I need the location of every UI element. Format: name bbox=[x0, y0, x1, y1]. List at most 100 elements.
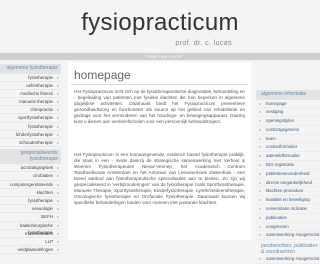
left-nav-general-item[interactable]: sportfysiotherapie ▸ bbox=[0, 114, 61, 123]
arrow-right-icon: ▸ bbox=[56, 140, 59, 145]
right-nav-general-item[interactable]: ▸ team bbox=[256, 135, 320, 144]
left-nav-special-item[interactable]: computergerelateerde ▸ bbox=[0, 181, 61, 189]
left-nav-general-item[interactable]: manuele therapie ▸ bbox=[0, 98, 61, 107]
left-nav-general-item[interactable]: fysiotherapie ▸ bbox=[0, 74, 61, 82]
right-nav-general-item-label: congressen bbox=[266, 223, 289, 229]
left-block-general-title: algemene fysiotherapie bbox=[0, 64, 61, 74]
left-block-special-title: gespecialiseerde fysiotherapie bbox=[0, 149, 61, 165]
left-nav-special: acrobatigrapsiek ▸ cirobiaties ▸ computerger… bbox=[0, 164, 61, 255]
bullet-arrow-icon: ▸ bbox=[259, 206, 262, 212]
right-nav-general-item-label: kwaliteit en beveiliging bbox=[266, 197, 310, 203]
arrow-right-icon: ▸ bbox=[56, 222, 59, 228]
bullet-arrow-icon: ▸ bbox=[259, 109, 262, 115]
right-nav-general-item-label: universitaire indicatie bbox=[266, 206, 307, 212]
right-nav-general-item-label: contactformulier bbox=[266, 144, 298, 150]
left-nav-general-item-label: manuele therapie bbox=[19, 99, 53, 105]
right-nav-general-item-label: team bbox=[266, 135, 276, 141]
left-nav-special-item[interactable]: kaakchirurgische fysiotherapie ▸ bbox=[0, 222, 61, 235]
left-nav-special-item[interactable]: klachten ▸ bbox=[0, 189, 61, 197]
arrow-right-icon: ▸ bbox=[56, 90, 59, 96]
right-nav-general-item[interactable]: ▸ patiëntentevredenheid bbox=[256, 170, 320, 179]
arrow-right-icon: ▸ bbox=[56, 74, 59, 80]
arrow-right-icon: ▸ bbox=[56, 107, 59, 113]
bullet-arrow-icon: ▸ bbox=[259, 162, 262, 168]
left-nav-special-item[interactable]: fysiotherapie ▸ bbox=[0, 197, 61, 206]
right-nav-general-item[interactable]: ▸ kwaliteit en beveiliging bbox=[256, 196, 320, 206]
bullet-arrow-icon: ▸ bbox=[259, 126, 262, 132]
left-nav-general: fysiotherapie ▸ oefentherapie ▸ medische fit… bbox=[0, 74, 61, 148]
arrow-right-icon: ▸ bbox=[56, 123, 59, 129]
right-nav-general-item[interactable]: ▸ congressen bbox=[256, 223, 320, 232]
right-nav-press-item[interactable]: ▸ samenwerking Hoogervorst NL bbox=[256, 255, 320, 264]
left-nav-special-item[interactable]: musbeswalers ▸ bbox=[0, 230, 61, 238]
right-nav-general-item[interactable]: ▸ directe toegankelijkheid bbox=[256, 179, 320, 188]
left-nav-special-item-label: veldplaandelingen bbox=[17, 247, 53, 253]
right-nav-general-item[interactable]: ▸ BIG registratie bbox=[256, 161, 320, 170]
right-nav-general-item-label: contactgegevens bbox=[266, 126, 300, 132]
right-block-general-title: algemene informatie bbox=[256, 90, 320, 100]
right-nav-general-item[interactable]: ▸ samenwerking Hoogervorst bbox=[256, 231, 320, 241]
arrow-right-icon: ▸ bbox=[56, 197, 59, 203]
right-nav-general: ▸ homepage ▸ vestiging ▸ openingstijden ▸ conta… bbox=[256, 100, 320, 241]
right-nav-general-item[interactable]: ▸ aanmeldformulier bbox=[256, 152, 320, 162]
bullet-arrow-icon: ▸ bbox=[259, 144, 262, 150]
left-nav-special-item-label: acrobatigrapsiek bbox=[20, 165, 53, 171]
right-nav-general-item[interactable]: ▸ contactformulier bbox=[256, 143, 320, 153]
bullet-arrow-icon: ▸ bbox=[259, 256, 262, 262]
left-nav-special-item[interactable]: veldplaandelingen ▸ bbox=[0, 246, 61, 255]
left-nav-general-item[interactable]: oefentherapie ▸ bbox=[0, 82, 61, 90]
left-nav-special-item-label: sexuologie bbox=[32, 206, 53, 212]
right-nav-general-item-label: BIG registratie bbox=[266, 162, 295, 168]
left-nav-general-item-label: oefentherapie bbox=[26, 82, 53, 88]
page-heading: homepage bbox=[74, 68, 131, 82]
left-nav-special-item[interactable]: sexuologie ▸ bbox=[0, 205, 61, 214]
right-nav-general-item-label: directe toegankelijkheid bbox=[266, 179, 312, 185]
left-nav-special-item-label: fysiotherapie bbox=[28, 197, 53, 203]
arrow-right-icon: ▸ bbox=[56, 247, 59, 253]
right-nav-general-item[interactable]: ▸ klachten procedure bbox=[256, 187, 320, 197]
right-nav-general-item[interactable]: ▸ openingstijden bbox=[256, 117, 320, 126]
left-sidebar: algemene fysiotherapie fysiotherapie ▸ oef… bbox=[0, 62, 61, 255]
right-nav-general-item-label: homepage bbox=[266, 100, 287, 106]
left-nav-special-item[interactable]: acrobatigrapsiek ▸ bbox=[0, 164, 61, 173]
left-nav-general-item-label: sportfysiotherapie bbox=[18, 115, 53, 121]
right-nav-press: ▸ samenwerking Hoogervorst NL bbox=[256, 255, 320, 264]
left-nav-general-item[interactable]: medische fitness ▸ bbox=[0, 90, 61, 99]
left-nav-special-item[interactable]: LLP ▸ bbox=[0, 238, 61, 247]
bullet-arrow-icon: ▸ bbox=[259, 197, 262, 203]
right-nav-general-item[interactable]: ▸ contactgegevens bbox=[256, 126, 320, 135]
right-nav-general-item-label: openingstijden bbox=[266, 118, 295, 124]
left-nav-special-item[interactable]: cirobiaties ▸ bbox=[0, 172, 61, 181]
right-nav-general-item-label: publicaties bbox=[266, 214, 287, 220]
right-nav-general-item-label: vestiging bbox=[266, 109, 284, 115]
bullet-arrow-icon: ▸ bbox=[259, 179, 262, 185]
left-nav-general-item[interactable]: kinderfysiotherapie ▸ bbox=[0, 131, 61, 139]
arrow-right-icon: ▸ bbox=[56, 238, 59, 244]
right-nav-general-item-label: aanmeldformulier bbox=[266, 153, 300, 159]
bullet-arrow-icon: ▸ bbox=[259, 170, 262, 176]
left-nav-special-item[interactable]: BKFH ▸ bbox=[0, 213, 61, 222]
right-nav-general-item[interactable]: ▸ homepage bbox=[256, 100, 320, 109]
left-nav-special-item-label: computergerelateerde bbox=[10, 181, 53, 187]
left-nav-general-item[interactable]: fysiotherapie ▸ bbox=[0, 123, 61, 131]
main-content: homepage Het Fysiopracticum richt zich o… bbox=[68, 62, 251, 240]
bullet-arrow-icon: ▸ bbox=[259, 188, 262, 194]
left-nav-general-item[interactable]: schoudertherapie ▸ bbox=[0, 139, 61, 148]
arrow-right-icon: ▸ bbox=[56, 206, 59, 212]
about-paragraph: Het Fysiopracticum is een toonaangevende… bbox=[74, 152, 245, 206]
right-block-press-title: persberichten, publicaties & voordrachte… bbox=[261, 243, 318, 256]
arrow-right-icon: ▸ bbox=[56, 189, 59, 195]
arrow-right-icon: ▸ bbox=[56, 131, 59, 137]
left-nav-general-item-label: medische fitness bbox=[20, 90, 53, 96]
right-nav-general-item[interactable]: ▸ universitaire indicatie bbox=[256, 205, 320, 214]
right-nav-general-item[interactable]: ▸ vestiging bbox=[256, 108, 320, 118]
left-nav-general-item[interactable]: chiropractie ▸ bbox=[0, 106, 61, 115]
intro-paragraph: Het Fysiopracticum richt zich op de fysi… bbox=[74, 89, 245, 125]
left-nav-special-item-label: cirobiaties bbox=[33, 173, 53, 179]
bullet-arrow-icon: ▸ bbox=[259, 214, 262, 220]
site-subtitle: prof. dr. c. lucas bbox=[175, 40, 232, 47]
bullet-arrow-icon: ▸ bbox=[259, 118, 262, 124]
right-nav-general-item[interactable]: ▸ publicaties bbox=[256, 214, 320, 223]
arrow-right-icon: ▸ bbox=[56, 214, 59, 220]
right-nav-general-item-label: patiëntentevredenheid bbox=[266, 170, 310, 176]
